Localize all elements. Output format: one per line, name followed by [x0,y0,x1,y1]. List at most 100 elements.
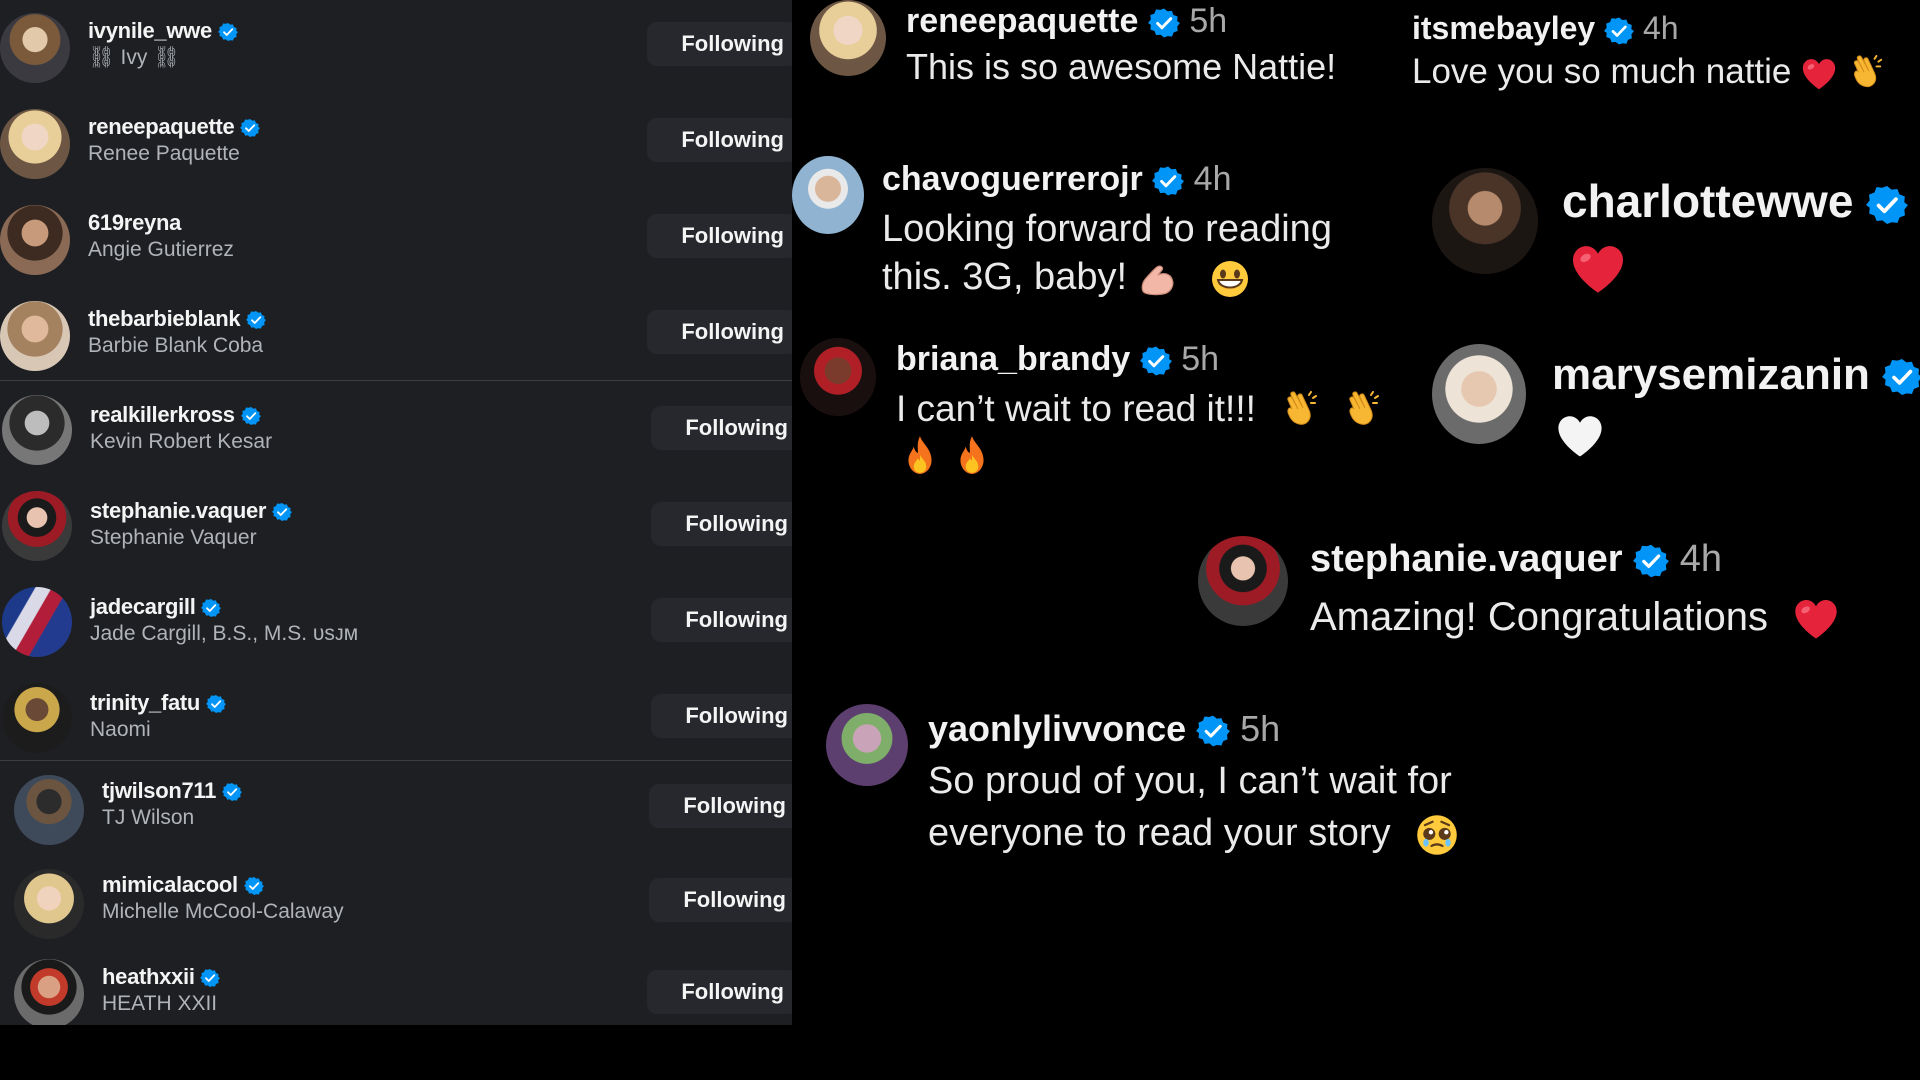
username-row: realkillerkross [90,402,261,428]
following-row[interactable]: stephanie.vaquer Stephanie Vaquer Follow… [0,478,792,574]
clapping-hands-icon [1280,391,1320,431]
avatar[interactable] [0,13,70,83]
verified-badge-icon [246,310,266,330]
comment-text-row: everyone to read your story [928,810,1459,858]
avatar[interactable] [2,587,72,657]
username[interactable]: charlottewwe [1562,175,1853,227]
avatar[interactable] [826,704,908,786]
avatar[interactable] [14,869,84,939]
username[interactable]: briana_brandy [896,340,1130,378]
avatar[interactable] [1432,168,1538,274]
verified-badge-icon [241,406,261,426]
fire-icon [956,434,988,476]
username[interactable]: reneepaquette [88,114,235,139]
username[interactable]: heathxxii [102,964,195,989]
verified-badge-icon [1152,165,1184,197]
following-button[interactable]: Following [649,878,792,922]
following-button[interactable]: Following [649,784,792,828]
username[interactable]: reneepaquette [906,2,1138,40]
avatar[interactable] [792,156,864,234]
username[interactable]: 619reyna [88,210,181,235]
following-button[interactable]: Following [651,598,792,642]
following-button[interactable]: Following [651,406,792,450]
username-row: reneepaquette [88,114,260,140]
username[interactable]: trinity_fatu [90,690,200,715]
grinning-face-icon [1210,259,1250,299]
following-row[interactable]: realkillerkross Kevin Robert Kesar Follo… [0,382,792,478]
username[interactable]: marysemizanin [1552,350,1870,399]
comment-header: itsmebayley 4h [1412,10,1679,47]
following-button[interactable]: Following [647,310,792,354]
full-name: Naomi [90,718,151,741]
full-name: Kevin Robert Kesar [90,430,273,453]
divider [0,380,792,381]
comments-panel: reneepaquette 5h This is so awesome Natt… [792,0,1920,1080]
username[interactable]: jadecargill [90,594,196,619]
full-name: Renee Paquette [88,142,240,165]
comment-header: yaonlylivvonce 5h [928,708,1280,750]
username-row: trinity_fatu [90,690,226,716]
comment-text-row: Love you so much nattie [1412,50,1885,94]
username-row: heathxxii [102,964,220,990]
username[interactable]: yaonlylivvonce [928,708,1186,749]
comment: reneepaquette 5h This is so awesome Natt… [810,0,1336,90]
following-row[interactable]: trinity_fatu Naomi Following [0,670,792,766]
comment-text-row: this. 3G, baby! [882,254,1250,302]
following-button[interactable]: Following [647,214,792,258]
flexed-biceps-icon [1138,259,1180,299]
comment-text: Looking forward to reading [882,208,1332,250]
username[interactable]: thebarbieblank [88,306,241,331]
avatar[interactable] [2,683,72,753]
avatar[interactable] [0,301,70,371]
comment-header: stephanie.vaquer 4h [1310,538,1722,581]
following-button[interactable]: Following [647,970,792,1014]
following-row[interactable]: thebarbieblank Barbie Blank Coba Followi… [0,288,792,384]
following-row[interactable]: mimicalacool Michelle McCool-Calaway Fol… [0,856,792,952]
avatar[interactable] [14,959,84,1025]
username[interactable]: stephanie.vaquer [1310,538,1623,580]
comment-text-row: I can’t wait to read it!!! [896,386,1382,432]
username-row: stephanie.vaquer [90,498,292,524]
username[interactable]: chavoguerrerojr [882,160,1143,198]
username-row: mimicalacool [102,872,264,898]
avatar[interactable] [2,491,72,561]
full-name: Jade Cargill, B.S., M.S. ᴜsᴊᴍ [90,622,359,645]
avatar[interactable] [1432,344,1526,444]
avatar[interactable] [0,205,70,275]
avatar[interactable] [800,338,876,416]
following-row[interactable]: jadecargill Jade Cargill, B.S., M.S. ᴜsᴊ… [0,574,792,670]
username[interactable]: mimicalacool [102,872,238,897]
following-button[interactable]: Following [647,118,792,162]
following-row[interactable]: tjwilson711 TJ Wilson Following [0,762,792,858]
comment-text-row: Amazing! Congratulations [1310,592,1839,642]
timestamp: 5h [1189,2,1228,40]
username[interactable]: ivynile_wwe [88,18,212,43]
username[interactable]: itsmebayley [1412,10,1595,46]
following-button[interactable]: Following [651,502,792,546]
following-row[interactable]: heathxxii HEATH XXII Following [0,946,792,1025]
following-button[interactable]: Following [651,694,792,738]
avatar[interactable] [0,109,70,179]
full-name: TJ Wilson [102,806,195,829]
username[interactable]: realkillerkross [90,402,235,427]
following-row[interactable]: ivynile_wwe ⛓ Ivy ⛓ Following [0,0,792,96]
comment: chavoguerrerojr 4h Looking forward to re… [792,150,1352,310]
avatar[interactable] [2,395,72,465]
comment-text: I can’t wait to read it!!! [896,388,1256,429]
verified-badge-icon [222,782,242,802]
avatar[interactable] [810,0,886,76]
comment-text: Amazing! Congratulations [1310,595,1769,639]
username[interactable]: stephanie.vaquer [90,498,266,523]
avatar[interactable] [1198,536,1288,626]
following-row[interactable]: reneepaquette Renee Paquette Following [0,96,792,192]
comment: charlottewwe [1432,160,1920,310]
white-heart-icon [1556,414,1604,458]
avatar[interactable] [14,775,84,845]
verified-badge-icon [1140,345,1172,377]
following-row[interactable]: 619reyna Angie Gutierrez Following [0,192,792,288]
username[interactable]: tjwilson711 [102,778,216,803]
red-heart-icon [1793,598,1839,640]
comment: briana_brandy 5h I can’t wait to read it… [800,334,1400,484]
following-button[interactable]: Following [647,22,792,66]
verified-badge-icon [1196,714,1230,748]
